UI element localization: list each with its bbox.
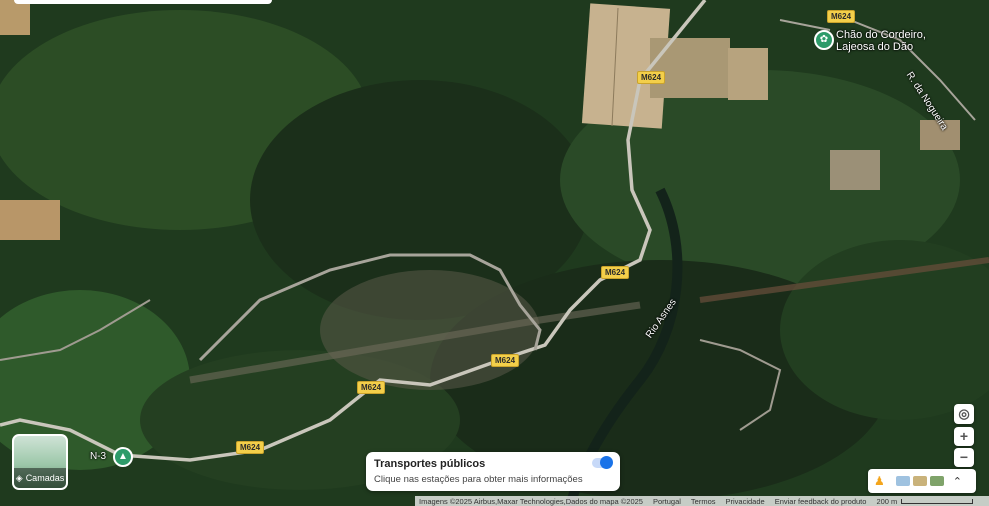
search-panel-edge	[14, 0, 272, 4]
privacy-link[interactable]: Privacidade	[726, 497, 765, 506]
scale-bar	[901, 498, 974, 504]
transit-subtitle: Clique nas estações para obter mais info…	[374, 474, 583, 485]
zoom-in-button[interactable]: +	[954, 427, 974, 446]
pegman-icon[interactable]: ♟	[874, 474, 885, 488]
imagery-thumb[interactable]	[912, 476, 927, 486]
leaf-poi-icon[interactable]: ✿	[814, 30, 834, 50]
terms-link[interactable]: Termos	[691, 497, 716, 506]
imagery-credit: Imagens ©2025 Airbus,Maxar Technologies,…	[419, 496, 643, 506]
feedback-link[interactable]: Enviar feedback do produto	[775, 497, 867, 506]
layers-label-text: Camadas	[25, 473, 65, 483]
poi-label-line1: Chão do Cordeiro,	[836, 29, 926, 41]
public-transit-card[interactable]: Transportes públicos Clique nas estações…	[366, 452, 620, 491]
layers-button-label: ◈ Camadas	[14, 468, 66, 488]
my-location-button[interactable]: ◎	[954, 404, 974, 424]
country-link[interactable]: Portugal	[653, 497, 681, 506]
road-n3-label: N-3	[90, 451, 107, 462]
attribution-bar: Imagens ©2025 Airbus,Maxar Technologies,…	[415, 496, 989, 506]
road-label: M624	[827, 10, 856, 23]
toggle-knob	[600, 456, 613, 469]
layers-button[interactable]: ◈ Camadas	[12, 434, 68, 490]
scale-indicator[interactable]: 200 m	[876, 496, 974, 506]
road-label: M624	[236, 441, 265, 454]
tree-poi-icon[interactable]: ▲	[113, 447, 133, 467]
layers-icon: ◈	[15, 472, 23, 483]
road-label: M624	[637, 71, 666, 84]
road-label: M624	[357, 381, 386, 394]
zoom-out-button[interactable]: −	[954, 448, 974, 467]
my-location-icon: ◎	[958, 406, 970, 421]
transit-title: Transportes públicos	[374, 458, 486, 470]
satellite-imagery	[0, 0, 989, 506]
road-label: M624	[491, 354, 520, 367]
road-label: M624	[601, 266, 630, 279]
imagery-thumb[interactable]	[895, 476, 910, 486]
transit-toggle[interactable]	[592, 456, 613, 469]
poi-label-line2: Lajeosa do Dão	[836, 41, 914, 53]
imagery-thumb[interactable]	[929, 476, 944, 486]
poi-label[interactable]: Chão do Cordeiro, Lajeosa do Dão	[836, 29, 926, 53]
street-view-strip[interactable]: ♟ ⌃	[868, 469, 976, 493]
satellite-map[interactable]: M624 M624 M624 M624 M624 M624 ✿ Chão do …	[0, 0, 989, 506]
chevron-up-icon[interactable]: ⌃	[953, 475, 962, 488]
scale-text: 200 m	[876, 496, 898, 506]
